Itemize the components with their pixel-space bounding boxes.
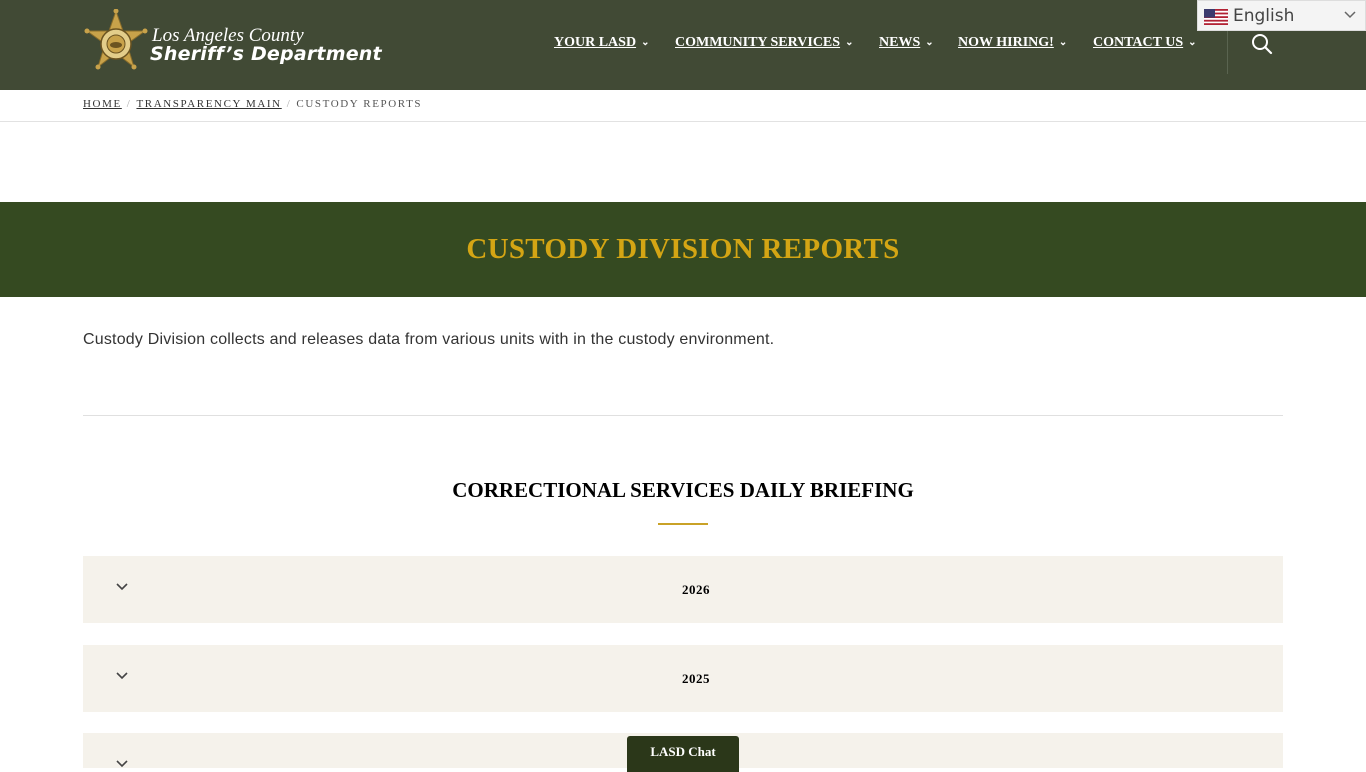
accordion-label: 2025 xyxy=(682,671,710,686)
language-label: English xyxy=(1233,6,1295,26)
chat-label: LASD Chat xyxy=(650,744,716,759)
logo-department-text: Sheriff’s Department xyxy=(150,43,382,65)
accordion-label: 2026 xyxy=(682,582,710,597)
title-underline xyxy=(658,523,708,525)
chevron-down-icon xyxy=(116,760,128,768)
nav-now-hiring[interactable]: NOW HIRING! ⌄ xyxy=(958,35,1067,51)
language-selector[interactable]: English xyxy=(1197,0,1366,31)
site-logo[interactable]: Los Angeles County Sheriff’s Department xyxy=(83,9,443,81)
sheriff-star-badge-icon xyxy=(84,9,148,70)
breadcrumb-separator: / xyxy=(286,98,292,110)
intro-text: Custody Division collects and releases d… xyxy=(83,331,775,348)
breadcrumb: HOME / TRANSPARENCY MAIN / CUSTODY REPORTS xyxy=(0,90,1366,122)
nav-label: NOW HIRING! xyxy=(958,35,1054,50)
nav-label: NEWS xyxy=(879,35,921,50)
nav-label: COMMUNITY SERVICES xyxy=(675,35,841,50)
divider xyxy=(83,415,1283,416)
nav-label: YOUR LASD xyxy=(554,35,637,50)
nav-label: CONTACT US xyxy=(1093,35,1184,50)
accordion-2026[interactable]: 2026 xyxy=(83,556,1283,623)
nav-contact-us[interactable]: CONTACT US ⌄ xyxy=(1093,35,1197,51)
nav-your-lasd[interactable]: YOUR LASD ⌄ xyxy=(554,35,649,51)
chevron-down-icon xyxy=(1344,11,1356,19)
chevron-down-icon: ⌄ xyxy=(925,37,934,48)
search-button[interactable] xyxy=(1251,33,1273,55)
chevron-down-icon: ⌄ xyxy=(1188,37,1197,48)
search-icon xyxy=(1252,34,1273,55)
breadcrumb-current: CUSTODY REPORTS xyxy=(296,98,423,110)
chevron-down-icon: ⌄ xyxy=(845,37,854,48)
breadcrumb-home[interactable]: HOME xyxy=(83,98,122,110)
breadcrumb-separator: / xyxy=(126,98,132,110)
accordion-2025[interactable]: 2025 xyxy=(83,645,1283,712)
lasd-chat-button[interactable]: LASD Chat xyxy=(627,736,739,772)
section-title: CORRECTIONAL SERVICES DAILY BRIEFING xyxy=(452,478,914,502)
us-flag-icon xyxy=(1204,9,1228,25)
chevron-down-icon: ⌄ xyxy=(641,37,650,48)
breadcrumb-transparency-main[interactable]: TRANSPARENCY MAIN xyxy=(136,98,281,110)
page-banner: CUSTODY DIVISION REPORTS xyxy=(0,202,1366,297)
page-title: CUSTODY DIVISION REPORTS xyxy=(466,233,900,265)
nav-community-services[interactable]: COMMUNITY SERVICES ⌄ xyxy=(675,35,853,51)
chevron-down-icon: ⌄ xyxy=(1058,37,1068,48)
site-header: Los Angeles County Sheriff’s Department … xyxy=(0,0,1366,90)
nav-news[interactable]: NEWS ⌄ xyxy=(879,35,934,51)
